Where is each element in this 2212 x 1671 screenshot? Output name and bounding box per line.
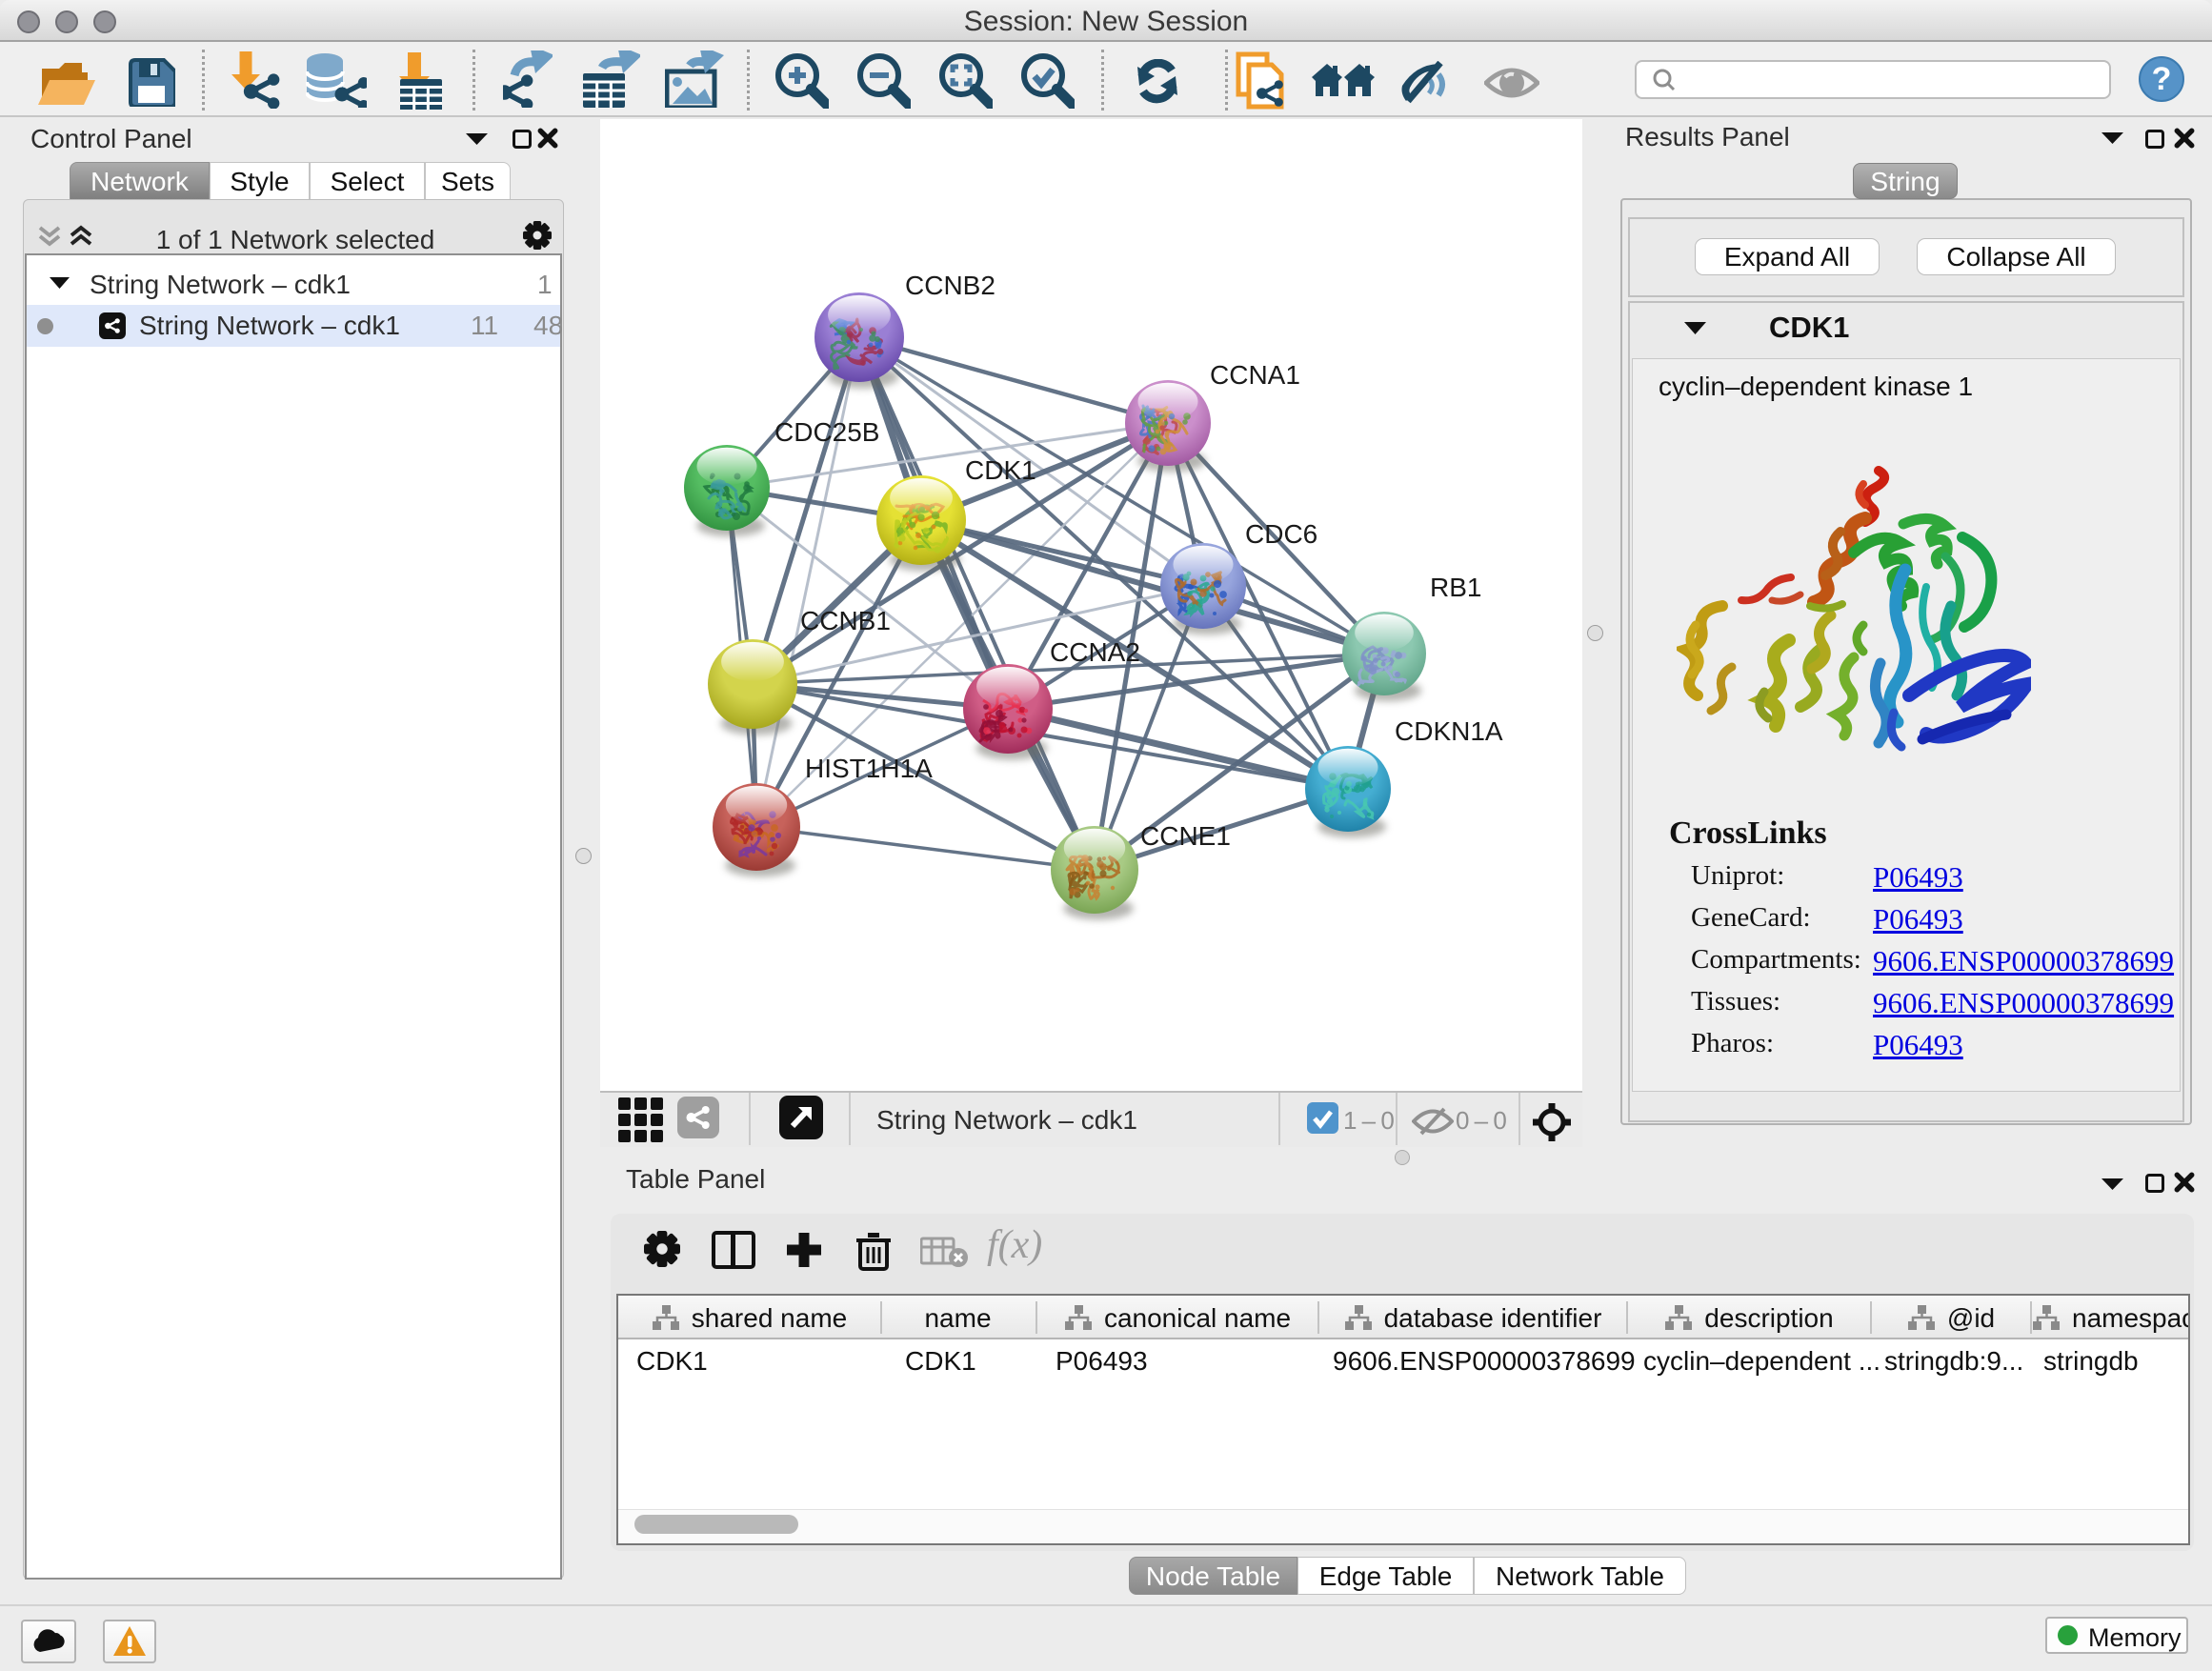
svg-text:CCNA1: CCNA1 bbox=[1210, 360, 1300, 390]
svg-text:CCNB1: CCNB1 bbox=[800, 606, 891, 635]
svg-text:CDK1: CDK1 bbox=[965, 455, 1036, 485]
svg-text:RB1: RB1 bbox=[1430, 573, 1481, 602]
svg-text:CDC6: CDC6 bbox=[1245, 519, 1317, 549]
svg-text:CCNE1: CCNE1 bbox=[1140, 821, 1231, 851]
svg-text:CCNA2: CCNA2 bbox=[1050, 637, 1140, 667]
svg-text:HIST1H1A: HIST1H1A bbox=[805, 754, 933, 783]
svg-text:CDC25B: CDC25B bbox=[774, 417, 879, 447]
svg-text:CDKN1A: CDKN1A bbox=[1395, 716, 1503, 746]
svg-text:CCNB2: CCNB2 bbox=[905, 271, 995, 300]
